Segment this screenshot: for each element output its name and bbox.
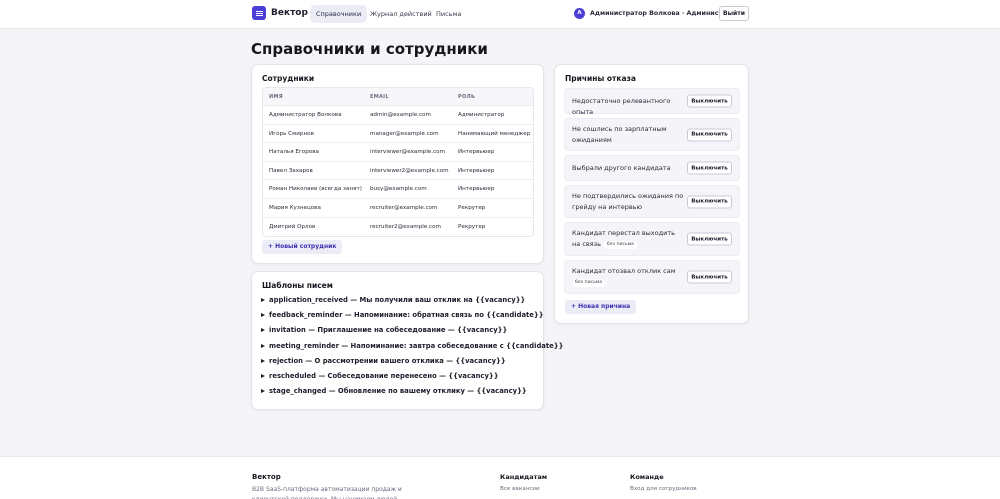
employees-title: Сотрудники — [262, 74, 315, 83]
employee-role: Интервьюер — [458, 167, 495, 174]
templates-list: application_received — Мы получили ваш о… — [261, 296, 563, 402]
logout-button[interactable]: Выйти — [719, 6, 749, 21]
table-header: Имя Email Роль — [263, 88, 533, 106]
reason-item: Выбрали другого кандидата Выключить — [564, 155, 740, 181]
disclosure-triangle-icon — [261, 389, 265, 394]
table-row[interactable]: Мария Кузнецова recruiter@example.com Ре… — [263, 199, 533, 218]
employee-email: admin@example.com — [370, 112, 431, 118]
employee-email: recruiter@example.com — [370, 204, 438, 211]
table-row[interactable]: Павел Захаров interviewer2@example.com И… — [263, 162, 533, 181]
reason-text: Кандидат отозвал отклик сам без письма — [572, 267, 676, 287]
template-item[interactable]: meeting_reminder — Напоминание: завтра с… — [261, 342, 563, 357]
disclosure-triangle-icon — [261, 313, 265, 318]
reason-text: Кандидат перестал выходить на связь без п… — [572, 229, 675, 249]
add-employee-button[interactable]: + Новый сотрудник — [262, 240, 343, 254]
no-letter-badge: без письма — [603, 241, 637, 249]
disclosure-triangle-icon — [261, 358, 265, 363]
footer-description: B2B SaaS-платформа автоматизации продаж … — [252, 486, 402, 499]
disable-reason-button[interactable]: Выключить — [687, 128, 732, 141]
templates-card: Шаблоны писем application_received — Мы … — [251, 271, 563, 410]
template-item[interactable]: feedback_reminder — Напоминание: обратна… — [261, 311, 563, 326]
employee-role: Администратор — [458, 112, 505, 118]
reason-text: Выбрали другого кандидата — [572, 164, 671, 172]
employee-role: Рекрутер — [458, 223, 486, 230]
reason-text: Не подтвердились ожидания по грейду на и… — [572, 192, 684, 211]
reasons-title: Причины отказа — [565, 74, 636, 83]
employee-name: Роман Николаев (всегда занят) — [269, 186, 362, 193]
employee-name: Павел Захаров — [269, 167, 313, 174]
reason-item: Кандидат отозвал отклик сам без письма Вы… — [564, 260, 740, 294]
template-item[interactable]: rescheduled — Собеседование перенесено —… — [261, 372, 563, 387]
reason-item: Недостаточно релевантного опыта Выключит… — [564, 88, 740, 116]
footer-brand: Вектор — [252, 473, 281, 481]
disclosure-triangle-icon — [261, 343, 265, 348]
reason-text: Не сошлись по зарплатным ожиданиям — [572, 125, 667, 144]
reason-text: Недостаточно релевантного опыта — [572, 97, 671, 116]
footer-link-staff-login[interactable]: Вход для сотрудников — [630, 486, 697, 492]
footer-link-all-vacancies[interactable]: Все вакансии — [500, 486, 540, 492]
employee-name: Дмитрий Орлов — [269, 223, 316, 230]
table-row[interactable]: Дмитрий Орлов recruiter2@example.com Рек… — [263, 218, 533, 237]
menu-icon[interactable] — [252, 6, 266, 20]
employee-role: Рекрутер — [458, 204, 486, 211]
disclosure-triangle-icon — [261, 328, 265, 333]
page-title: Справочники и сотрудники — [251, 40, 488, 58]
disable-reason-button[interactable]: Выключить — [687, 94, 732, 108]
template-item[interactable]: application_received — Мы получили ваш о… — [261, 296, 563, 311]
employees-table: Имя Email Роль Администратор Волкова adm… — [262, 87, 534, 238]
table-row[interactable]: Игорь Смирнов manager@example.com Нанима… — [263, 125, 533, 144]
employees-card: Сотрудники Имя Email Роль Администратор … — [251, 64, 544, 264]
nav-letters[interactable]: Письма — [430, 5, 467, 23]
disable-reason-button[interactable]: Выключить — [687, 195, 732, 208]
disclosure-triangle-icon — [261, 373, 265, 378]
employee-name: Администратор Волкова — [269, 112, 342, 118]
employee-role: Интервьюер — [458, 186, 495, 193]
column-header-name: Имя — [269, 94, 283, 100]
template-item[interactable]: rejection — О рассмотрении вашего отклик… — [261, 357, 563, 372]
disclosure-triangle-icon — [261, 298, 265, 302]
employee-email: busy@example.com — [370, 186, 427, 193]
table-row[interactable]: Администратор Волкова admin@example.com … — [263, 106, 533, 125]
employee-role: Интервьюер — [458, 149, 495, 156]
avatar: А — [574, 8, 585, 19]
footer-team-title: Команде — [630, 473, 664, 481]
reasons-card: Причины отказа Недостаточно релевантного… — [554, 64, 749, 324]
reason-item: Кандидат перестал выходить на связь без п… — [564, 222, 740, 256]
footer: Вектор B2B SaaS-платформа автоматизации … — [0, 456, 1000, 499]
templates-title: Шаблоны писем — [262, 281, 333, 290]
table-row[interactable]: Роман Николаев (всегда занят) busy@examp… — [263, 180, 533, 199]
column-header-role: Роль — [458, 94, 476, 100]
column-header-email: Email — [370, 94, 389, 100]
nav-action-log[interactable]: Журнал действий — [364, 5, 438, 23]
disable-reason-button[interactable]: Выключить — [687, 232, 732, 246]
employee-email: interviewer@example.com — [370, 149, 446, 156]
reason-item: Не подтвердились ожидания по грейду на и… — [564, 185, 740, 218]
no-letter-badge: без письма — [572, 279, 606, 287]
employee-name: Наталья Егорова — [269, 149, 319, 156]
employee-name: Игорь Смирнов — [269, 130, 314, 137]
nav-directories[interactable]: Справочники — [310, 5, 368, 23]
employee-role: Нанимающий менеджер — [458, 130, 531, 137]
disable-reason-button[interactable]: Выключить — [687, 161, 732, 175]
top-bar: Вектор Справочники Журнал действий Письм… — [0, 0, 1000, 29]
template-item[interactable]: stage_changed — Обновление по вашему отк… — [261, 387, 563, 402]
employee-email: recruiter2@example.com — [370, 223, 441, 230]
employee-email: manager@example.com — [370, 130, 439, 137]
brand-name[interactable]: Вектор — [271, 8, 308, 18]
footer-candidates-title: Кандидатам — [500, 473, 548, 481]
template-item[interactable]: invitation — Приглашение на собеседовани… — [261, 326, 563, 341]
employee-name: Мария Кузнецова — [269, 204, 321, 211]
employee-email: interviewer2@example.com — [370, 167, 449, 174]
table-row[interactable]: Наталья Егорова interviewer@example.com … — [263, 143, 533, 162]
disable-reason-button[interactable]: Выключить — [687, 270, 732, 284]
add-reason-button[interactable]: + Новая причина — [565, 300, 637, 314]
reason-item: Не сошлись по зарплатным ожиданиям Выклю… — [564, 118, 740, 151]
